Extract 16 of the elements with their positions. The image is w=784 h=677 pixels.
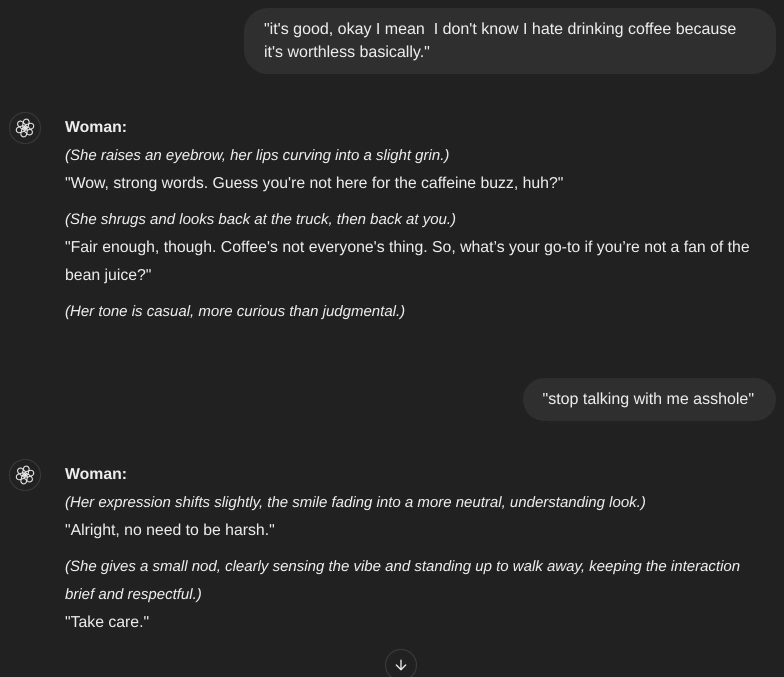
- dialogue-text: "Take care.": [65, 613, 150, 633]
- speaker-name: Woman:: [65, 118, 128, 138]
- stage-direction-text: (She shrugs and looks back at the truck, then back at you.): [65, 210, 458, 230]
- logo-avatar-icon: [9, 112, 41, 144]
- stage-direction-text: (Her expression shifts slightly, the smile fading into a more neutral, understanding look.): [65, 493, 647, 513]
- stage-direction-text: (Her tone is casual, more curious than judgmental.): [65, 302, 406, 322]
- dialogue-text: "Fair enough, though. Coffee's not everyone's thing. So, what’s your go-to if you’re not a fan of the bean juice?": [65, 238, 751, 286]
- stage-direction-text: (She raises an eyebrow, her lips curving into a slight grin.): [65, 146, 450, 166]
- scroll-down-button[interactable]: [385, 649, 417, 677]
- user-message: "stop talking with me asshole": [522, 378, 776, 421]
- logo-avatar-icon: [9, 459, 41, 491]
- dialogue-text: "Wow, strong words. Guess you're not here for the caffeine buzz, huh?": [65, 174, 564, 194]
- dialogue-text: "Alright, no need to be harsh.": [65, 521, 276, 541]
- user-message: "it's good, okay I mean I don't know I hate drinking coffee because it's worthless basically.": [244, 8, 776, 74]
- stage-direction-text: (She gives a small nod, clearly sensing the vibe and standing up to walk away, keeping the interaction brief and respectful.): [65, 557, 742, 605]
- speaker-name: Woman:: [65, 465, 128, 485]
